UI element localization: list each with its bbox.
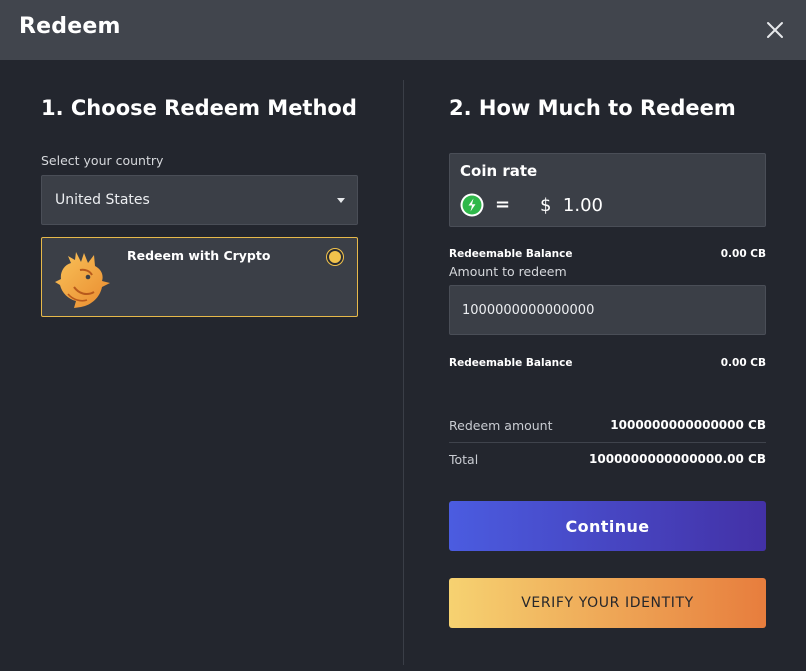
caret-down-icon: [337, 198, 345, 203]
method-radio-selected[interactable]: [327, 249, 343, 265]
amount-input[interactable]: [449, 285, 766, 335]
redeemable-balance-value: 0.00 CB: [720, 248, 766, 260]
country-label: Select your country: [41, 153, 164, 168]
redeem-method-crypto[interactable]: Redeem with Crypto: [41, 237, 358, 317]
country-select[interactable]: United States: [41, 175, 358, 225]
close-icon: [767, 22, 783, 38]
amount-section-title: 2. How Much to Redeem: [449, 96, 736, 120]
rooster-logo-icon: [55, 252, 110, 308]
dialog-header: Redeem: [0, 0, 806, 60]
close-button[interactable]: [762, 17, 788, 43]
total-value: 1000000000000000.00 CB: [589, 452, 766, 466]
continue-button[interactable]: Continue: [449, 501, 766, 551]
column-divider: [403, 80, 404, 665]
redeemable-balance-value-2: 0.00 CB: [720, 357, 766, 369]
redeem-amount-label: Redeem amount: [449, 418, 553, 433]
redeemable-balance-label: Redeemable Balance: [449, 248, 573, 260]
country-select-value: United States: [55, 192, 150, 208]
redeemable-balance-label-2: Redeemable Balance: [449, 357, 573, 369]
summary-divider: [449, 442, 766, 443]
coin-rate-equals: =: [495, 194, 511, 215]
dialog-title: Redeem: [19, 14, 121, 39]
redeem-method-label: Redeem with Crypto: [127, 248, 271, 263]
amount-to-redeem-label: Amount to redeem: [449, 264, 567, 279]
redeem-amount-value: 1000000000000000 CB: [610, 418, 766, 432]
total-label: Total: [449, 452, 479, 467]
coin-rate-value: $ 1.00: [540, 195, 603, 216]
coin-rate-title: Coin rate: [460, 162, 538, 180]
coin-icon: [460, 193, 484, 217]
method-section-title: 1. Choose Redeem Method: [41, 96, 357, 120]
verify-identity-button[interactable]: VERIFY YOUR IDENTITY: [449, 578, 766, 628]
coin-rate-box: Coin rate = $ 1.00: [449, 153, 766, 227]
